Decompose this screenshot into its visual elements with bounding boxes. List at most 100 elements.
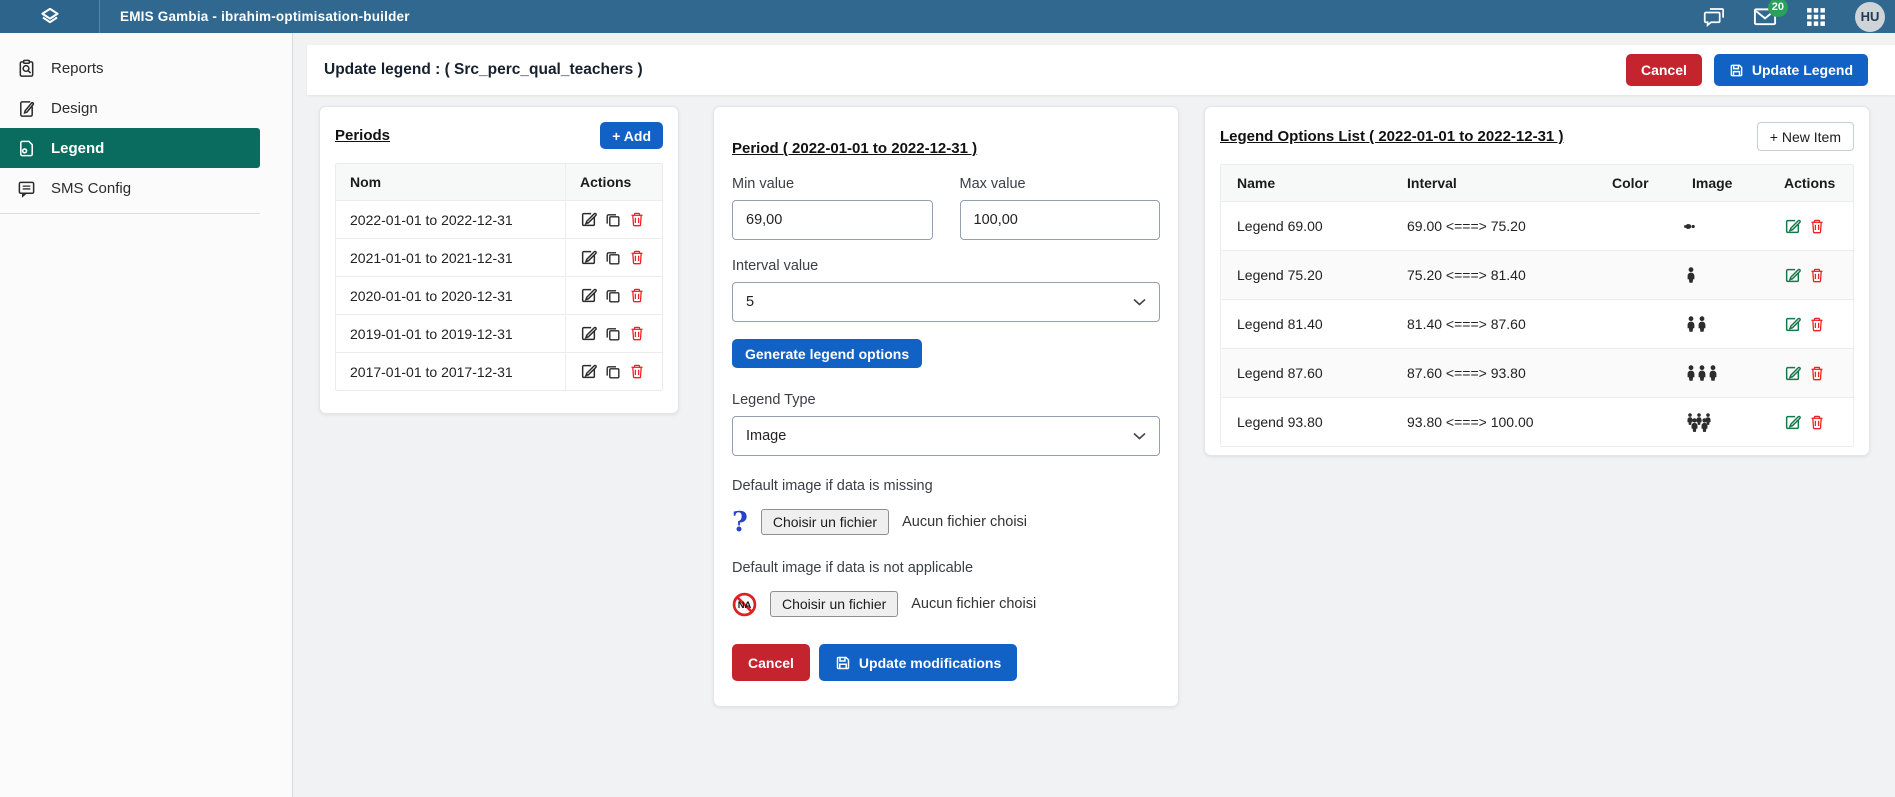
edit-period-icon[interactable] [580,287,597,304]
periods-col-actions: Actions [580,174,632,190]
delete-period-icon[interactable] [629,287,645,304]
update-modifications-button[interactable]: Update modifications [818,644,1018,681]
legend-options-table-body: Legend 69.00 69.00 <===> 75.20 Legend 75… [1221,201,1853,446]
editor-cancel-button[interactable]: Cancel [732,644,810,681]
na-image-file-button[interactable]: Choisir un fichier [770,591,899,617]
sidebar-item-reports[interactable]: Reports [0,48,292,88]
update-legend-button[interactable]: Update Legend [1713,54,1868,86]
legend-option-interval: 75.20 <===> 81.40 [1407,267,1526,283]
add-period-button[interactable]: + Add [600,122,663,149]
copy-period-icon[interactable] [605,364,621,380]
period-editor-card: Period ( 2022-01-01 to 2022-12-31 ) Min … [713,106,1179,707]
max-value-label: Max value [959,176,1026,192]
cancel-button[interactable]: Cancel [1625,54,1702,86]
legend-option-row: Legend 93.80 93.80 <===> 100.00 [1221,397,1853,446]
interval-value-select[interactable]: 5 [732,282,1160,322]
app-logo[interactable] [0,0,100,33]
period-row: 2020-01-01 to 2020-12-31 [336,276,662,314]
design-icon [17,99,36,118]
save-icon [1729,63,1744,78]
editor-title: Period ( 2022-01-01 to 2022-12-31 ) [732,140,978,157]
delete-period-icon[interactable] [629,249,645,266]
legend-options-title: Legend Options List ( 2022-01-01 to 2022… [1220,128,1564,145]
interval-value-label: Interval value [732,258,819,274]
sidebar-item-label: Design [51,99,98,117]
legend-icon [17,139,36,158]
generate-legend-options-button[interactable]: Generate legend options [732,339,923,368]
legend-type-select[interactable]: Image [732,416,1160,456]
page-header: Update legend : ( Src_perc_qual_teachers… [307,45,1895,95]
sidebar-item-sms-config[interactable]: SMS Config [0,168,292,208]
main-content: Update legend : ( Src_perc_qual_teachers… [294,33,1895,797]
edit-legend-option-icon[interactable] [1784,316,1801,333]
missing-image-file-button[interactable]: Choisir un fichier [760,509,890,535]
edit-legend-option-icon[interactable] [1784,365,1801,382]
app-title: EMIS Gambia - ibrahim-optimisation-build… [120,9,410,24]
sidebar: Reports Design Legend SMS Config [0,33,293,797]
legend-option-interval: 81.40 <===> 87.60 [1407,316,1526,332]
legend-option-row: Legend 81.40 81.40 <===> 87.60 [1221,299,1853,348]
period-name: 2020-01-01 to 2020-12-31 [336,277,566,314]
legend-options-card: Legend Options List ( 2022-01-01 to 2022… [1204,106,1870,456]
delete-legend-option-icon[interactable] [1809,414,1825,431]
delete-legend-option-icon[interactable] [1809,365,1825,382]
save-icon [835,655,851,671]
col-actions: Actions [1784,175,1836,191]
delete-period-icon[interactable] [629,325,645,342]
periods-title: Periods [335,127,391,144]
periods-col-name: Nom [336,164,566,200]
new-item-button[interactable]: + New Item [1756,122,1854,151]
periods-card: Periods + Add Nom Actions 2022-01-01 to … [319,106,679,414]
copy-period-icon[interactable] [605,288,621,304]
delete-legend-option-icon[interactable] [1809,267,1825,284]
mail-badge: 20 [1767,0,1788,17]
min-value-input[interactable] [732,200,933,240]
mail-icon[interactable]: 20 [1753,0,1788,29]
delete-legend-option-icon[interactable] [1809,316,1825,333]
edit-legend-option-icon[interactable] [1784,218,1801,235]
col-interval: Interval [1407,175,1457,191]
period-name: 2021-01-01 to 2021-12-31 [336,239,566,276]
missing-image-file-status: Aucun fichier choisi [902,514,1028,530]
not-applicable-icon: NA [732,592,757,617]
edit-period-icon[interactable] [580,211,597,228]
legend-option-name: Legend 87.60 [1237,365,1323,381]
legend-option-name: Legend 93.80 [1237,414,1323,430]
messages-icon[interactable] [1702,5,1726,29]
sidebar-item-label: SMS Config [51,179,132,197]
delete-period-icon[interactable] [629,363,645,380]
legend-option-name: Legend 75.20 [1237,267,1323,283]
legend-options-table: Name Interval Color Image Actions Legend… [1220,164,1854,447]
period-name: 2022-01-01 to 2022-12-31 [336,201,566,238]
sidebar-divider [0,213,260,214]
period-row: 2019-01-01 to 2019-12-31 [336,314,662,352]
apps-grid-icon[interactable] [1804,5,1828,29]
user-avatar[interactable]: HU [1855,1,1885,32]
period-row: 2021-01-01 to 2021-12-31 [336,238,662,276]
legend-option-row: Legend 69.00 69.00 <===> 75.20 [1221,201,1853,250]
periods-table: Nom Actions 2022-01-01 to 2022-12-31 202… [335,163,663,391]
sidebar-item-label: Legend [51,139,105,157]
delete-legend-option-icon[interactable] [1809,218,1825,235]
layers-logo-icon [37,4,63,30]
copy-period-icon[interactable] [605,212,621,228]
legend-option-row: Legend 75.20 75.20 <===> 81.40 [1221,250,1853,299]
copy-period-icon[interactable] [605,326,621,342]
na-image-label: Default image if data is not applicable [732,560,974,576]
reports-icon [17,59,36,78]
col-image: Image [1692,175,1733,191]
edit-period-icon[interactable] [580,325,597,342]
sidebar-item-design[interactable]: Design [0,88,292,128]
delete-period-icon[interactable] [629,211,645,228]
periods-table-body: 2022-01-01 to 2022-12-31 2021-01-01 to 2… [336,200,662,390]
sidebar-item-legend[interactable]: Legend [0,128,260,168]
edit-legend-option-icon[interactable] [1784,414,1801,431]
edit-legend-option-icon[interactable] [1784,267,1801,284]
edit-period-icon[interactable] [580,249,597,266]
topbar: EMIS Gambia - ibrahim-optimisation-build… [0,0,1895,33]
question-mark-icon: ? [732,506,748,538]
max-value-input[interactable] [959,200,1160,240]
copy-period-icon[interactable] [605,250,621,266]
sidebar-item-label: Reports [51,59,104,77]
edit-period-icon[interactable] [580,363,597,380]
